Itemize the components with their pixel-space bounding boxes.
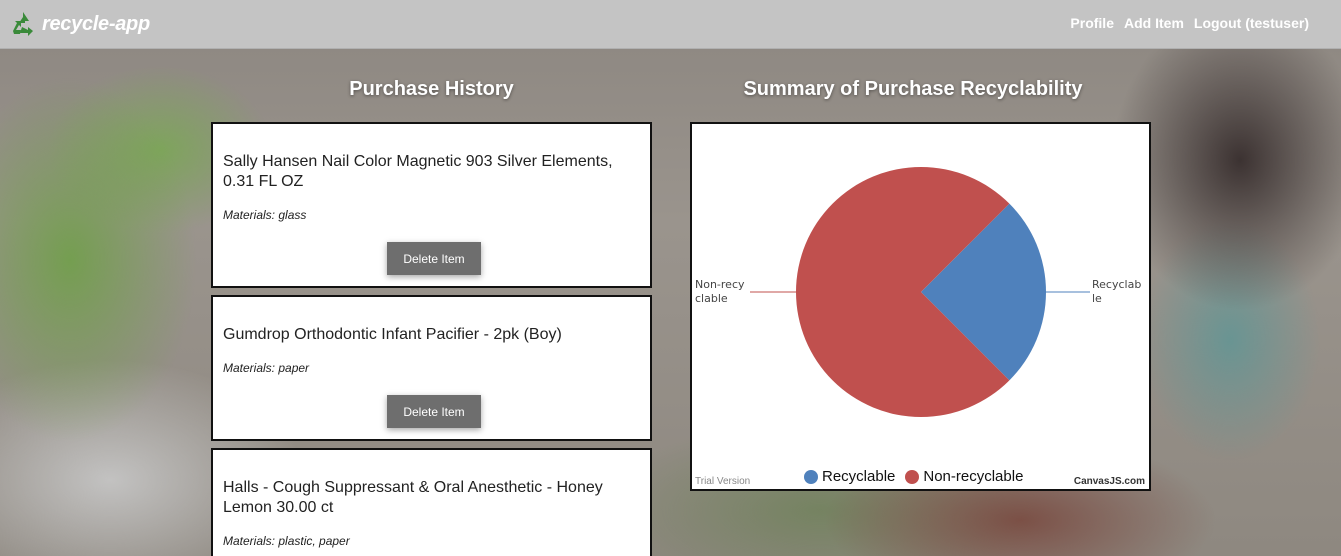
item-name: Halls - Cough Suppressant & Oral Anesthe… (223, 479, 603, 516)
purchase-history-title: Purchase History (349, 78, 514, 100)
brand[interactable]: recycle-app (8, 9, 150, 39)
legend-item-recyclable[interactable]: Recyclable (804, 468, 895, 485)
navbar: recycle-app Profile Add Item Logout (tes… (0, 0, 1341, 49)
nav-profile-link[interactable]: Profile (1070, 15, 1114, 31)
item-materials: Materials: plastic, paper (223, 534, 350, 548)
legend-swatch-recyclable (804, 469, 818, 484)
item-name: Sally Hansen Nail Color Magnetic 903 Sil… (223, 153, 613, 190)
legend-swatch-non-recyclable (905, 469, 920, 484)
legend-label-non-recyclable: Non-recyclable (923, 468, 1024, 485)
brand-name: recycle-app (42, 12, 150, 35)
chart-legend: Recyclable Non-recyclable (804, 468, 1023, 485)
nav-links: Profile Add Item Logout (testuser) (1070, 15, 1309, 31)
purchase-card: Halls - Cough Suppressant & Oral Anesthe… (211, 448, 652, 556)
trial-version-text: Trial Version (695, 476, 751, 487)
pie-slice-label: Recyclab le (1092, 278, 1141, 305)
item-materials: Materials: glass (223, 208, 307, 222)
pie-slice-label: Non-recy clable (695, 278, 745, 305)
delete-item-button[interactable]: Delete Item (387, 242, 481, 275)
recyclability-pie-chart: Recyclab le Non-recy clable Recyclable Non-… (690, 122, 1151, 491)
pie-chart-svg: Recyclab le Non-recy clable (695, 167, 1141, 417)
purchase-card: Sally Hansen Nail Color Magnetic 903 Sil… (211, 122, 652, 288)
legend-label-recyclable: Recyclable (822, 468, 896, 485)
recycle-icon (13, 12, 33, 36)
legend-item-non-recyclable[interactable]: Non-recyclable (905, 468, 1023, 485)
nav-add-item-link[interactable]: Add Item (1124, 15, 1184, 31)
summary-title: Summary of Purchase Recyclability (743, 78, 1083, 100)
item-materials: Materials: paper (223, 361, 310, 375)
canvasjs-credit[interactable]: CanvasJS.com (1074, 476, 1145, 487)
purchase-card: Gumdrop Orthodontic Infant Pacifier - 2p… (211, 295, 652, 441)
delete-item-button[interactable]: Delete Item (387, 395, 481, 428)
nav-logout-link[interactable]: Logout (testuser) (1194, 15, 1309, 31)
item-name: Gumdrop Orthodontic Infant Pacifier - 2p… (223, 326, 562, 343)
